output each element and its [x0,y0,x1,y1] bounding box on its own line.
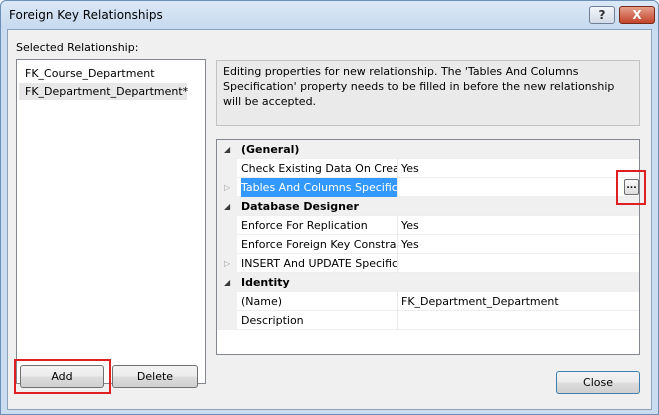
delete-button[interactable]: Delete [112,365,198,388]
triangle-right-icon[interactable]: ▷ [224,183,230,192]
close-button[interactable]: Close [556,371,640,394]
add-highlight [14,359,111,394]
window-title: Foreign Key Relationships [9,8,163,22]
property-value[interactable] [401,311,637,330]
property-value[interactable]: Yes [401,159,637,178]
property-value[interactable]: Yes [401,235,637,254]
ellipsis-highlight [616,170,646,205]
property-value[interactable]: Yes [401,216,637,235]
property-row[interactable]: Description [217,311,639,330]
property-name: Tables And Columns Specification [241,178,398,197]
category-row[interactable]: ◢ (General) [217,140,639,159]
property-value[interactable] [401,178,637,197]
property-row[interactable]: Check Existing Data On Creation Or Re-En… [217,159,639,178]
property-row-selected[interactable]: ▷ Tables And Columns Specification ... [217,178,639,197]
relationship-list[interactable]: FK_Course_Department FK_Department_Depar… [16,59,206,384]
category-label: (General) [241,143,300,156]
foreign-key-dialog: Foreign Key Relationships ? X Selected R… [0,0,659,415]
triangle-right-icon[interactable]: ▷ [224,259,230,268]
property-value[interactable] [401,254,637,273]
category-row[interactable]: ◢ Database Designer [217,197,639,216]
property-name: Enforce Foreign Key Constraint [241,235,398,254]
property-name: Description [241,311,398,330]
category-row[interactable]: ◢ Identity [217,273,639,292]
property-name: Check Existing Data On Creation Or Re-En… [241,159,398,178]
list-item[interactable]: FK_Course_Department [19,65,187,82]
property-row[interactable]: Enforce Foreign Key Constraint Yes [217,235,639,254]
property-row[interactable]: Enforce For Replication Yes [217,216,639,235]
category-label: Database Designer [241,200,359,213]
list-item[interactable]: FK_Department_Department* [19,83,188,100]
property-name: INSERT And UPDATE Specification [241,254,398,273]
help-button[interactable]: ? [589,6,615,24]
selected-relationship-label: Selected Relationship: [16,41,139,54]
triangle-down-icon[interactable]: ◢ [224,202,230,211]
triangle-down-icon[interactable]: ◢ [224,145,230,154]
property-row[interactable]: ▷ INSERT And UPDATE Specification [217,254,639,273]
category-label: Identity [241,276,290,289]
description-box: Editing properties for new relationship.… [216,60,640,126]
dialog-body: Selected Relationship: FK_Course_Departm… [7,29,652,410]
property-grid[interactable]: ◢ (General) Check Existing Data On Creat… [216,139,640,355]
property-value[interactable]: FK_Department_Department [401,292,637,311]
property-name: Enforce For Replication [241,216,398,235]
close-window-button[interactable]: X [619,6,655,24]
title-bar: Foreign Key Relationships ? X [1,1,658,29]
property-row[interactable]: (Name) FK_Department_Department [217,292,639,311]
property-name: (Name) [241,292,398,311]
triangle-down-icon[interactable]: ◢ [224,278,230,287]
